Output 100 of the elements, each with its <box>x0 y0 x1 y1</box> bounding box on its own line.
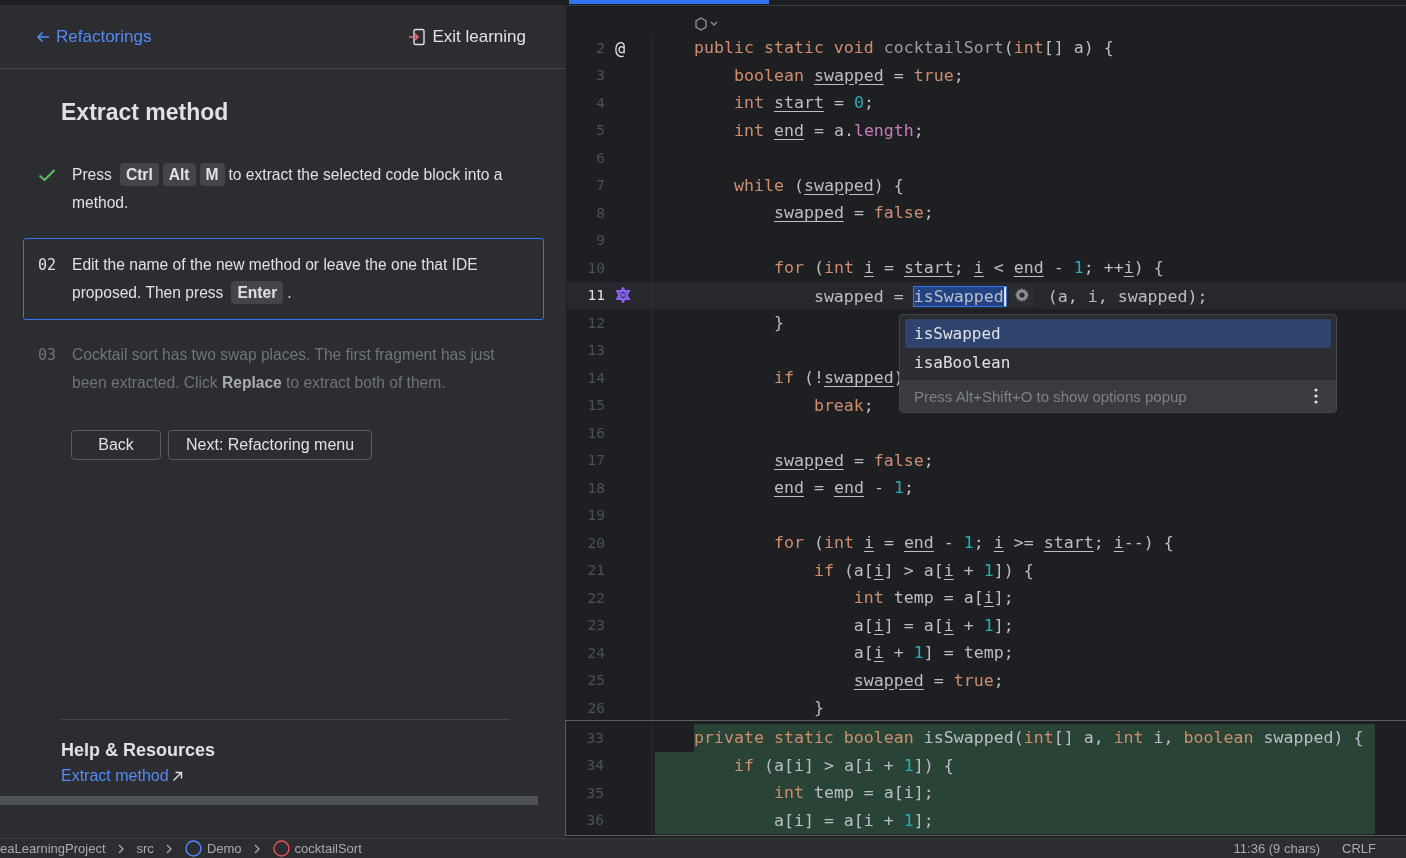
exit-icon <box>408 27 427 46</box>
code-token: 1 <box>963 533 974 553</box>
popup-hint: Press Alt+Shift+O to show options popup <box>914 387 1187 405</box>
code-token: ; <box>973 533 985 553</box>
breadcrumb[interactable]: src <box>136 841 154 856</box>
code-token: ; <box>993 670 1004 690</box>
code-token: true <box>953 670 994 690</box>
next-button[interactable]: Next: Refactoring menu <box>168 430 373 460</box>
code-token: swapped <box>813 65 884 85</box>
code-token: a[ <box>853 643 874 663</box>
code-token: 0 <box>853 93 864 113</box>
code-token: ; <box>863 93 874 113</box>
code-token: int <box>733 93 765 113</box>
breadcrumb[interactable]: cocktailSort <box>272 840 362 857</box>
exit-button[interactable]: Exit learning <box>408 26 526 47</box>
back-arrow-icon <box>36 29 50 44</box>
code-token: int <box>1113 728 1144 748</box>
step-text: Cocktail sort has two swap places. The first fragment has just been extracted. Click Replace to extract both of them. <box>72 345 496 393</box>
override-mark[interactable]: @ <box>615 37 626 58</box>
code-token: swapped <box>803 175 874 195</box>
back-link[interactable]: Refactorings <box>36 26 152 47</box>
code-token: ]; <box>993 588 1014 608</box>
step-text: Edit the name of the new method or leave the one that IDE proposed. Then press Enter . <box>72 251 529 307</box>
code-token: int <box>773 783 804 803</box>
code-token: i <box>943 615 954 635</box>
code-token: end <box>903 533 934 553</box>
code-token: [] a) { <box>1043 38 1114 58</box>
more-icon[interactable] <box>1314 388 1318 404</box>
chevron-icon <box>117 843 125 854</box>
code-token: --) { <box>1123 533 1174 553</box>
code-token: break <box>813 395 864 415</box>
code-token: i <box>1113 533 1124 553</box>
code-token: } <box>813 698 824 718</box>
code-token: if <box>733 755 754 775</box>
code-token: length <box>853 120 914 140</box>
code-token: swapped <box>773 450 844 470</box>
code-token: 1 <box>983 615 994 635</box>
code-token: ]; <box>993 615 1014 635</box>
caret-position[interactable]: 11:36 (9 chars) <box>1233 841 1321 856</box>
help-title: Help & Resources <box>61 740 217 761</box>
code-token: - <box>943 533 955 553</box>
completion-item[interactable]: isSwapped <box>905 319 1331 348</box>
gear-icon[interactable] <box>1009 284 1034 307</box>
code-token: (a[ <box>843 560 874 580</box>
code-token: ; <box>903 478 914 498</box>
external-arrow-icon <box>171 770 183 782</box>
code-token: 1 <box>893 478 904 498</box>
chevron-icon <box>165 843 173 854</box>
code-token: for <box>773 258 804 278</box>
code-token: end <box>833 478 864 498</box>
code-token: 1 <box>903 755 914 775</box>
code-token: swapped <box>773 203 844 223</box>
step-number: 03 <box>38 345 58 366</box>
completion-item[interactable]: isaBoolean <box>905 348 1331 377</box>
refactor-hint-icon[interactable] <box>615 287 631 304</box>
back-button[interactable]: Back <box>71 430 161 460</box>
code-token: = <box>883 258 895 278</box>
code-token: < <box>993 258 1005 278</box>
code-token: ; ++ <box>1083 258 1124 278</box>
code-token: = <box>833 93 845 113</box>
code-token: + <box>893 643 905 663</box>
code-token: = <box>893 65 905 85</box>
help-link[interactable]: Extract method <box>61 767 510 785</box>
code-token: = <box>813 478 825 498</box>
code-token: ]) { <box>993 560 1034 580</box>
code-token: i <box>863 533 874 553</box>
code-token: ]; <box>913 810 934 830</box>
code-token: int <box>733 120 765 140</box>
code-token: isSwapped( <box>923 728 1024 748</box>
scrollbar[interactable] <box>0 796 538 805</box>
code-token: (a, i, swapped); <box>1047 287 1208 307</box>
line-number: 11 <box>586 287 605 304</box>
code-token: end <box>1013 258 1044 278</box>
code-token: cocktailSort <box>883 38 1004 58</box>
ai-hint-icon[interactable] <box>694 17 718 31</box>
code-token: i <box>873 615 884 635</box>
code-token: ; <box>923 203 934 223</box>
code-token: a[ <box>853 615 874 635</box>
code-token: swapped) { <box>1263 728 1364 748</box>
code-token: [] a, <box>1053 728 1105 748</box>
code-token: public static void <box>694 38 875 58</box>
step-number: 02 <box>38 255 58 276</box>
code-token: boolean <box>1183 728 1254 748</box>
line-ending[interactable]: CRLF <box>1342 841 1376 856</box>
code-token: swapped <box>853 670 924 690</box>
code-token: start <box>773 93 824 113</box>
code-token: ] = a[ <box>883 615 944 635</box>
code-token: int <box>853 588 884 608</box>
code-token: for <box>773 533 804 553</box>
code-token: ) { <box>1133 258 1164 278</box>
code-token: - <box>873 478 885 498</box>
breadcrumb[interactable]: Demo <box>184 840 242 857</box>
code-token: = <box>883 533 895 553</box>
code-token: temp = a[i]; <box>813 783 934 803</box>
code-token: i <box>863 258 874 278</box>
code-token: ] = temp; <box>923 643 1014 663</box>
code-token: while <box>733 175 784 195</box>
rename-field[interactable]: isSwapped <box>913 287 1006 307</box>
breadcrumb[interactable]: eaLearningProject <box>0 841 106 856</box>
code-token: (a[i] > a[i + <box>763 755 895 775</box>
